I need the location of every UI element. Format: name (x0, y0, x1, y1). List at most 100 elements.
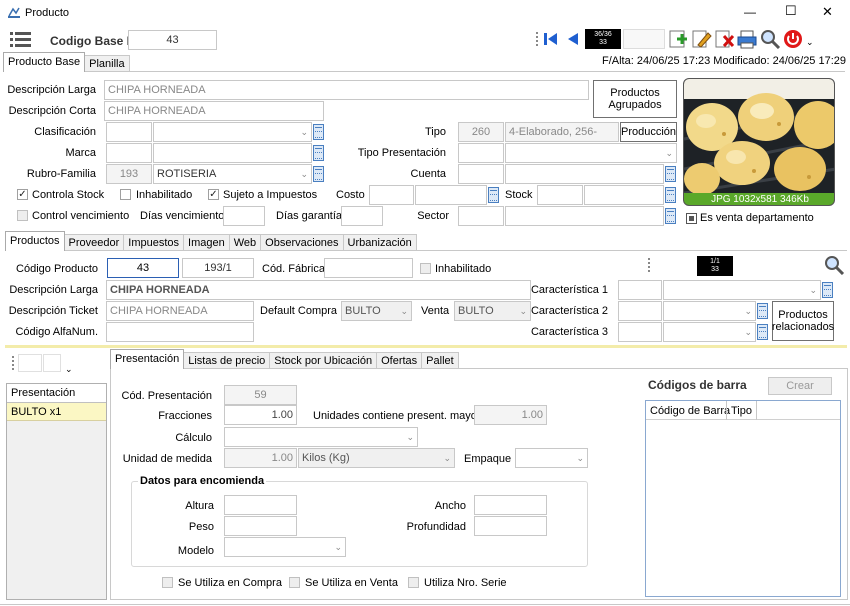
rubro-select[interactable]: ROTISERIA ⌄ (153, 164, 312, 184)
first-record-icon[interactable] (541, 30, 561, 48)
costo-code[interactable] (369, 185, 414, 205)
tab-producto-base[interactable]: Producto Base (3, 52, 86, 72)
marca-code[interactable] (106, 143, 152, 163)
default-compra-select[interactable]: BULTO ⌄ (341, 301, 412, 321)
tipo-field[interactable]: 4-Elaborado, 256- (505, 122, 619, 142)
pres-list-overflow-icon[interactable]: ⌄ (65, 364, 73, 375)
print-icon[interactable] (736, 29, 758, 49)
tab-pallet[interactable]: Pallet (421, 352, 459, 369)
tab-productos[interactable]: Productos (5, 231, 65, 251)
caracteristica1-lookup-icon[interactable] (822, 282, 833, 298)
codigo-producto-field[interactable]: 43 (107, 258, 179, 278)
crear-button[interactable]: Crear (768, 377, 832, 395)
tab-ofertas[interactable]: Ofertas (376, 352, 423, 369)
productos-agrupados-button[interactable]: Productos Agrupados (593, 80, 677, 118)
desc-corta-field[interactable]: CHIPA HORNEADA (104, 101, 324, 121)
caracteristica3-lookup-icon[interactable] (757, 324, 768, 340)
tab-stock-ubicacion[interactable]: Stock por Ubicación (269, 352, 378, 369)
stock-lookup-icon[interactable] (665, 187, 676, 203)
cuenta-lookup-icon[interactable] (665, 166, 676, 182)
produccion-button[interactable]: Producción (620, 122, 677, 142)
cod-presentacion-field[interactable]: 59 (224, 385, 297, 405)
tab-urbanizacion[interactable]: Urbanización (342, 234, 417, 251)
sector-lookup-icon[interactable] (665, 208, 676, 224)
tab-listas-precio[interactable]: Listas de precio (183, 352, 271, 369)
menu-icon[interactable] (10, 32, 31, 48)
product-search-icon[interactable] (823, 255, 845, 276)
clasificacion-lookup-icon[interactable] (313, 124, 324, 140)
se-utiliza-venta-checkbox[interactable] (289, 577, 300, 588)
marca-lookup-icon[interactable] (313, 145, 324, 161)
altura-field[interactable] (224, 495, 297, 515)
rubro-lookup-icon[interactable] (313, 166, 324, 182)
edit-record-icon[interactable] (690, 29, 712, 49)
empaque-select[interactable]: ⌄ (515, 448, 588, 468)
tab-planilla[interactable]: Planilla (84, 55, 130, 72)
prev-record-icon[interactable] (563, 30, 583, 48)
caracteristica2-code[interactable] (618, 301, 662, 321)
sujeto-impuestos-checkbox[interactable]: ✓ (208, 189, 219, 200)
calculo-select[interactable]: ⌄ (224, 427, 418, 447)
cuenta-field[interactable] (505, 164, 664, 184)
controla-stock-checkbox[interactable]: ✓ (17, 189, 28, 200)
cuenta-code[interactable] (458, 164, 504, 184)
tipo-presentacion-select[interactable]: ⌄ (505, 143, 677, 163)
tab-proveedor[interactable]: Proveedor (63, 234, 125, 251)
toolbar-overflow-icon[interactable]: ⌄ (806, 37, 814, 48)
caracteristica2-select[interactable]: ⌄ (663, 301, 756, 321)
caracteristica3-select[interactable]: ⌄ (663, 322, 756, 342)
desc-larga-field[interactable]: CHIPA HORNEADA (104, 80, 589, 100)
prod-desc-ticket-field[interactable]: CHIPA HORNEADA (106, 301, 254, 321)
costo-field[interactable] (415, 185, 487, 205)
rubro-code[interactable]: 193 (106, 164, 152, 184)
power-off-icon[interactable] (782, 29, 804, 49)
tab-web[interactable]: Web (228, 234, 262, 251)
marca-field[interactable] (153, 143, 312, 163)
col-tipo[interactable]: Tipo (731, 405, 752, 417)
inhabilitado-checkbox[interactable] (120, 189, 131, 200)
unidad-medida-select[interactable]: Kilos (Kg) ⌄ (298, 448, 455, 468)
caracteristica1-code[interactable] (618, 280, 662, 300)
close-button[interactable]: ✕ (822, 4, 833, 20)
list-item[interactable]: BULTO x1 (7, 403, 106, 421)
producto-inhabilitado-checkbox[interactable] (420, 263, 431, 274)
dias-garantia-field[interactable] (341, 206, 383, 226)
prod-desc-larga-field[interactable]: CHIPA HORNEADA (106, 280, 531, 300)
codigo-base-field[interactable]: 43 (128, 30, 217, 50)
ancho-field[interactable] (474, 495, 547, 515)
clasificacion-code[interactable] (106, 122, 152, 142)
dias-vencimiento-field[interactable] (223, 206, 265, 226)
col-codigo-barra[interactable]: Código de Barra (650, 405, 730, 417)
stock-code[interactable] (537, 185, 583, 205)
search-icon[interactable] (759, 29, 781, 50)
tab-imagen[interactable]: Imagen (183, 234, 230, 251)
clasificacion-select[interactable]: ⌄ (153, 122, 312, 142)
costo-lookup-icon[interactable] (488, 187, 499, 203)
modelo-select[interactable]: ⌄ (224, 537, 346, 557)
caracteristica3-code[interactable] (618, 322, 662, 342)
caracteristica2-lookup-icon[interactable] (757, 303, 768, 319)
se-utiliza-compra-checkbox[interactable] (162, 577, 173, 588)
tipo-code[interactable]: 260 (458, 122, 504, 142)
unidades-field[interactable]: 1.00 (474, 405, 547, 425)
product-image[interactable]: JPG 1032x581 346Kb (683, 78, 835, 206)
sector-code[interactable] (458, 206, 504, 226)
control-vencimiento-checkbox[interactable] (17, 210, 28, 221)
tipo-presentacion-code[interactable] (458, 143, 504, 163)
tab-impuestos[interactable]: Impuestos (123, 234, 185, 251)
es-venta-depto-checkbox[interactable] (686, 213, 697, 224)
codigo-alfanum-field[interactable] (106, 322, 254, 342)
cod-fabrica-field[interactable] (324, 258, 413, 278)
add-record-icon[interactable] (667, 29, 689, 49)
peso-field[interactable] (224, 516, 297, 536)
tab-observaciones[interactable]: Observaciones (260, 234, 344, 251)
delete-record-icon[interactable] (713, 29, 735, 49)
sector-field[interactable] (505, 206, 664, 226)
caracteristica1-select[interactable]: ⌄ (663, 280, 821, 300)
minimize-button[interactable]: — (744, 5, 756, 19)
productos-relacionados-button[interactable]: Productos relacionados (772, 301, 834, 341)
profundidad-field[interactable] (474, 516, 547, 536)
utiliza-serie-checkbox[interactable] (408, 577, 419, 588)
fracciones-field[interactable]: 1.00 (224, 405, 297, 425)
tab-presentacion[interactable]: Presentación (110, 349, 185, 369)
